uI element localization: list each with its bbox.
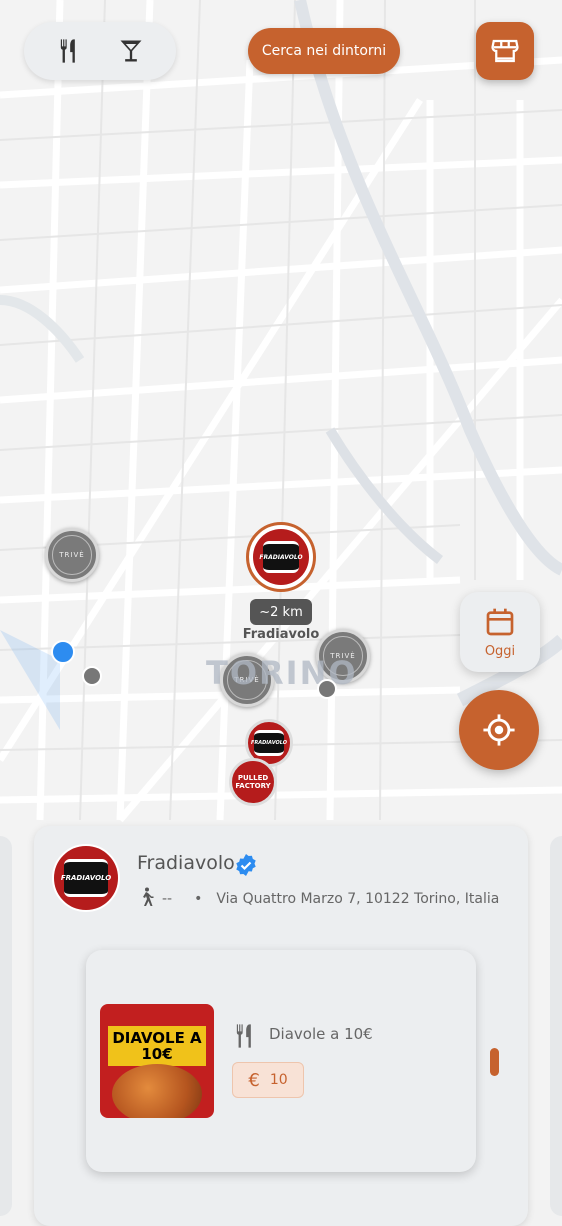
cluster-dot[interactable] [317,679,337,699]
date-filter-label: Oggi [484,643,516,659]
map-marker-trive[interactable]: TRIVÈ [45,528,99,582]
cluster-dot[interactable] [82,666,102,686]
previous-card-peek[interactable] [0,836,12,1216]
meta-separator: • [194,891,203,907]
offer-poster: DIAVOLE A 10€ [100,1004,214,1118]
marker-label: PULLED FACTORY [235,774,271,790]
selected-marker-label: Fradiavolo [242,627,320,642]
map-marker-pulled-factory[interactable]: PULLED FACTORY [229,758,277,806]
locate-me-button[interactable] [459,690,539,770]
venue-logo-text: FRADIAVOLO [61,859,111,897]
date-filter-button[interactable]: Oggi [460,592,540,672]
venue-name: Fradiavolo [137,852,235,874]
offer-price: € 10 [232,1062,304,1098]
fork-knife-icon[interactable] [49,31,89,71]
venue-meta: -- • Via Quattro Marzo 7, 10122 Torino, … [138,887,499,911]
category-filter [24,22,176,80]
calendar-icon [486,608,514,635]
venue-avatar: FRADIAVOLO [52,844,120,912]
search-nearby-button[interactable]: Cerca nei dintorni [248,28,400,74]
store-icon [491,39,519,63]
offer-title: Diavole a 10€ [269,1025,373,1043]
poster-title: DIAVOLE A 10€ [108,1026,206,1066]
next-card-peek[interactable] [550,836,562,1216]
crosshair-icon [483,714,515,746]
marker-logo-text: FRADIAVOLO [259,541,303,573]
cocktail-icon[interactable] [111,31,151,71]
fork-knife-icon [231,1020,259,1056]
price-value: 10 [269,1072,288,1088]
pizza-image [112,1064,202,1118]
distance-badge: ~2 km [250,599,312,625]
marker-label: TRIVÈ [59,551,85,559]
euro-icon: € [248,1069,260,1091]
venue-address: Via Quattro Marzo 7, 10122 Torino, Itali… [216,891,500,907]
verified-badge-icon [234,853,258,881]
walking-icon [138,887,154,911]
marker-label: FRADIAVOLO [251,730,287,756]
walking-time: -- [162,891,173,907]
user-location-dot [51,640,75,664]
map-marker-selected[interactable]: FRADIAVOLO [246,522,316,592]
store-button[interactable] [476,22,534,80]
scroll-indicator [490,1048,499,1076]
